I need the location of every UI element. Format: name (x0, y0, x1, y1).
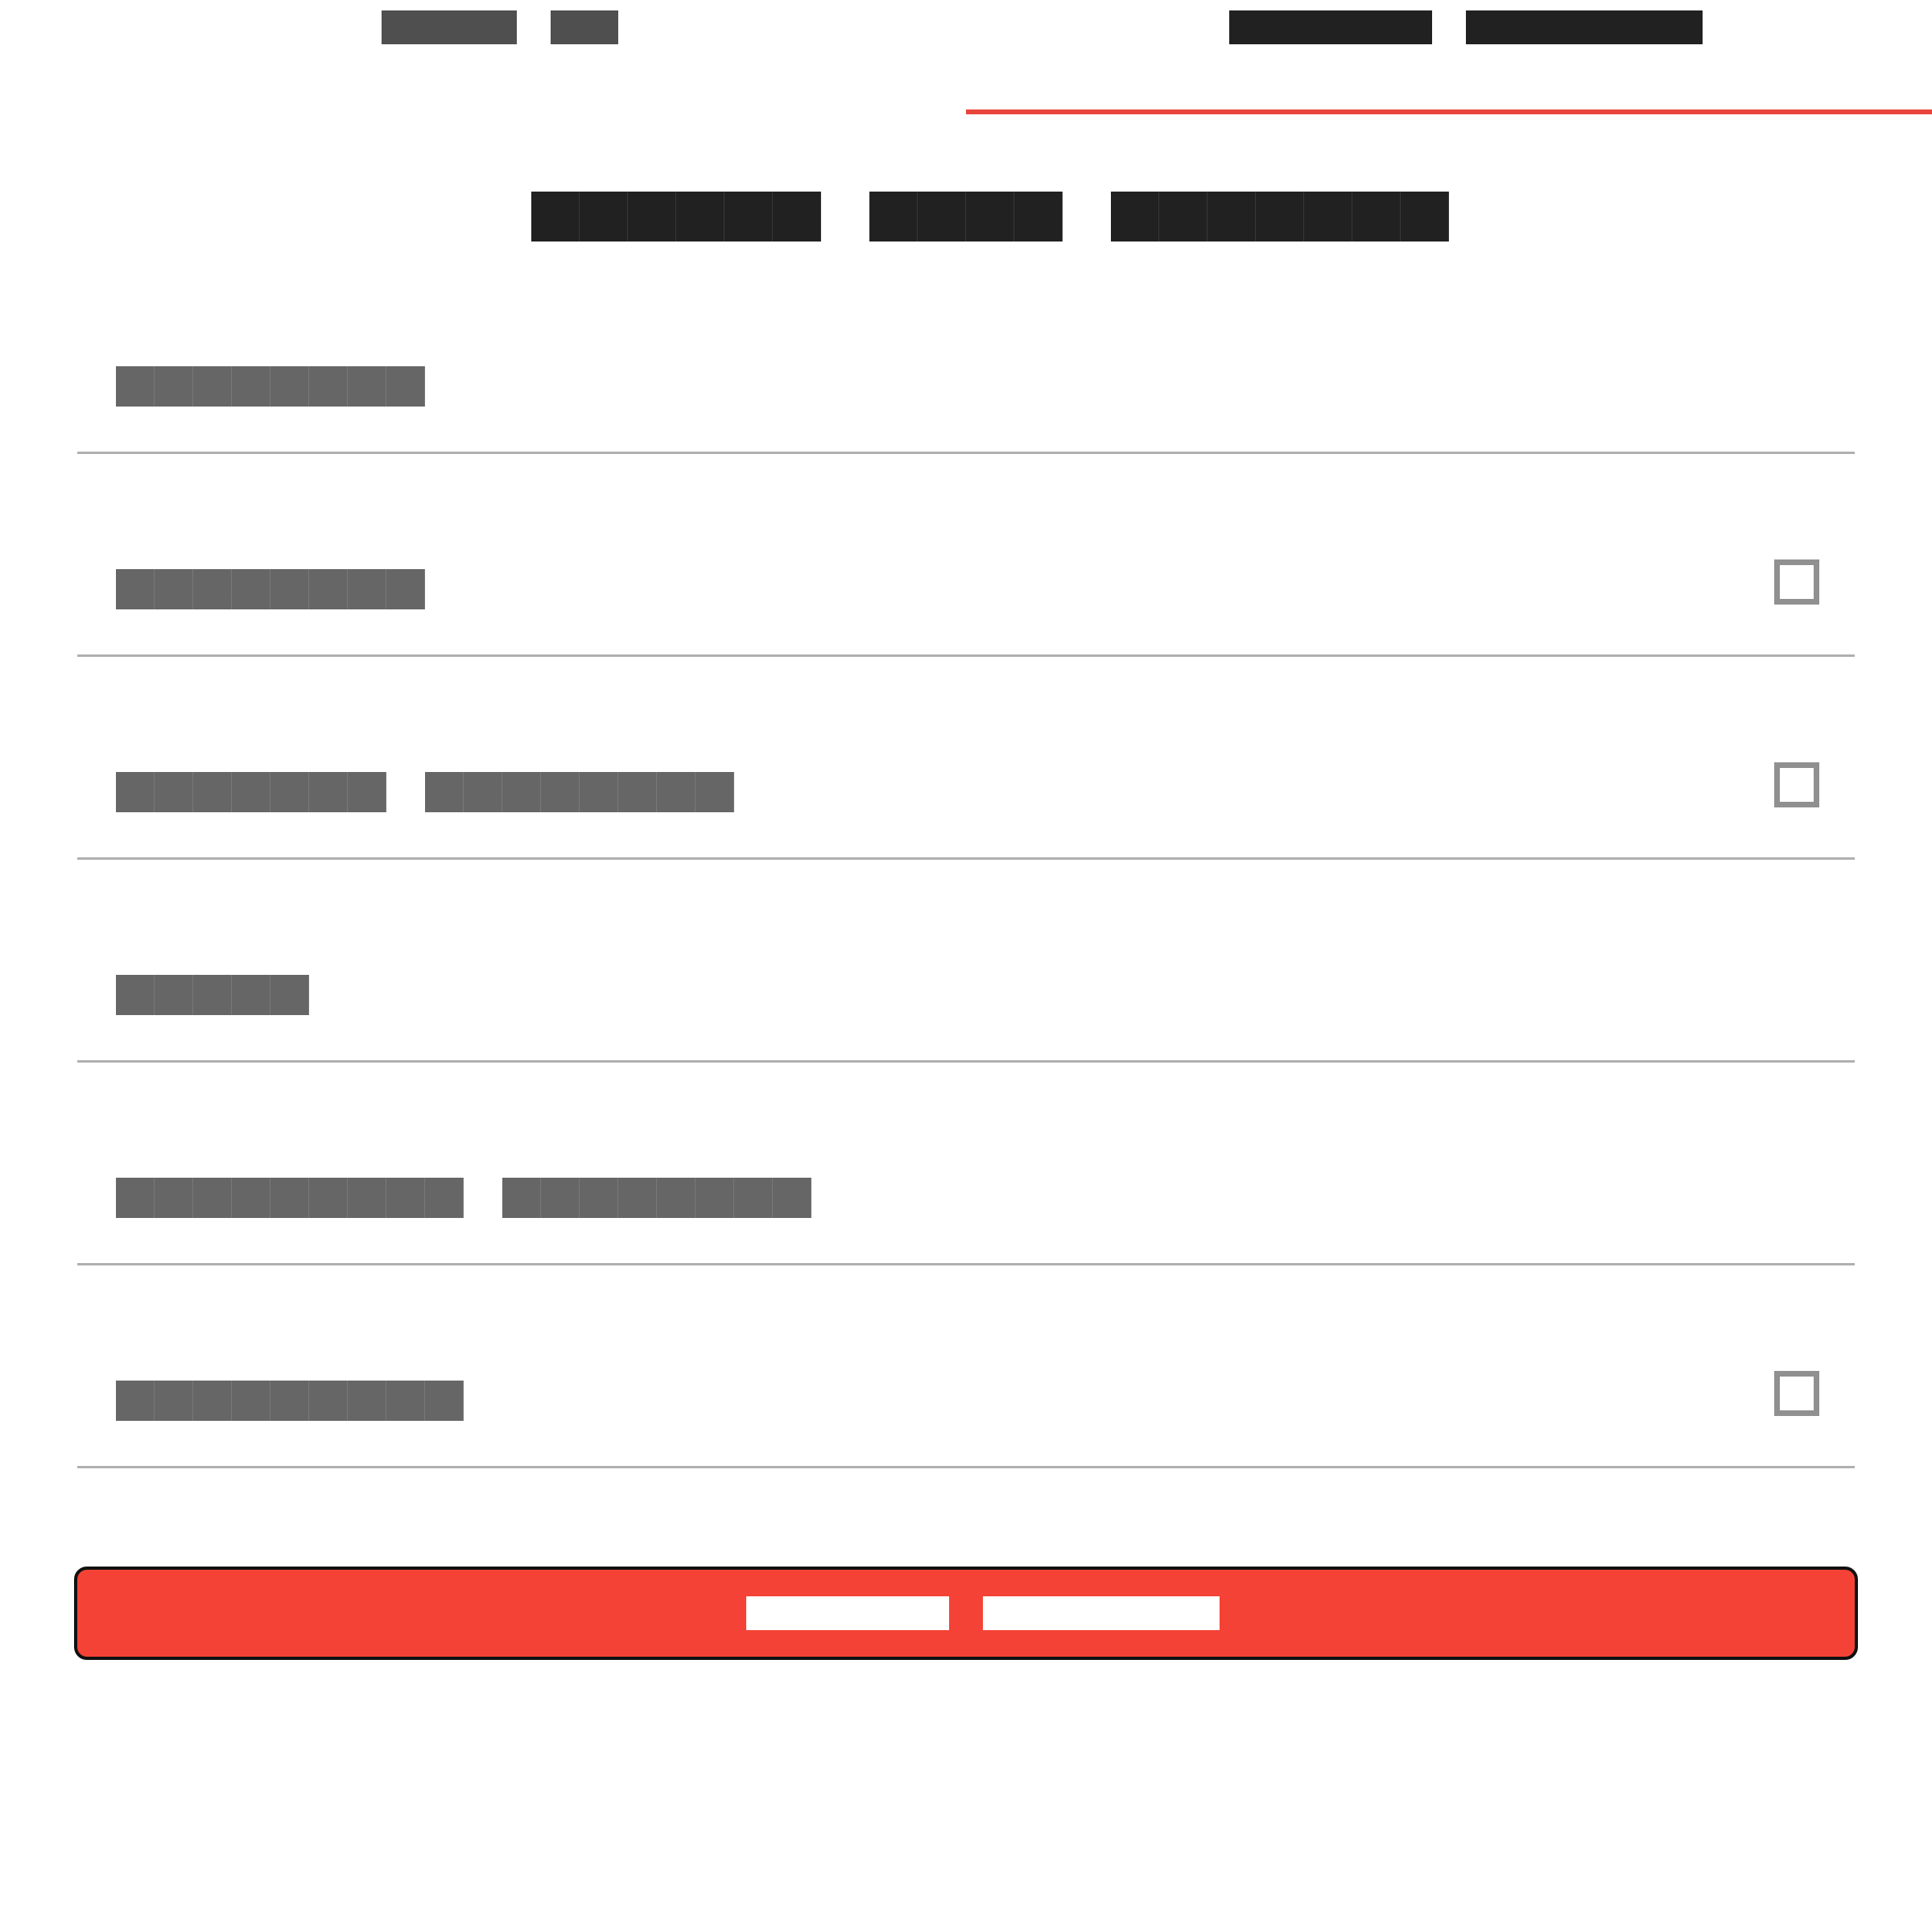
tab-left-label-word-1 (382, 10, 517, 44)
settings-row-3-word-2 (425, 772, 734, 812)
settings-row-2-checkbox[interactable] (1774, 559, 1819, 605)
settings-row-3-word-1 (116, 772, 386, 812)
settings-row-6-checkbox[interactable] (1774, 1371, 1819, 1416)
settings-row-6-word-1 (116, 1381, 464, 1421)
settings-row-1-word-1 (116, 366, 425, 407)
tab-right-label-word-2 (1466, 10, 1703, 44)
settings-row-2[interactable]: ████████ (77, 454, 1855, 657)
settings-row-4-label: █████ (77, 975, 309, 1015)
settings-row-4[interactable]: █████ (77, 860, 1855, 1063)
settings-row-2-label: ████████ (77, 569, 425, 609)
settings-row-3[interactable]: ███████ ████████ (77, 657, 1855, 860)
primary-action-button[interactable]: ██████ ███████ (74, 1567, 1858, 1660)
settings-row-3-label: ███████ ████████ (77, 772, 734, 812)
settings-row-5-word-1 (116, 1178, 464, 1218)
primary-action-word-2 (983, 1596, 1220, 1630)
settings-row-4-word-1 (116, 975, 309, 1015)
tab-bar: █████ ██ ██████ ███████ (0, 0, 1932, 114)
settings-list: ████████ ████████ ███████ ████████ █████… (77, 251, 1855, 1468)
page-title-word-1 (531, 192, 821, 242)
settings-row-1[interactable]: ████████ (77, 251, 1855, 454)
selected-tab-indicator (966, 109, 1932, 114)
settings-row-2-word-1 (116, 569, 425, 609)
page-title-word-2 (869, 192, 1063, 242)
primary-action-word-1 (746, 1596, 949, 1630)
settings-row-5-word-2 (502, 1178, 811, 1218)
settings-row-1-label: ████████ (77, 366, 425, 407)
settings-row-6[interactable]: █████████ (77, 1265, 1855, 1468)
tab-left[interactable]: █████ ██ (0, 0, 966, 109)
settings-row-3-checkbox[interactable] (1774, 762, 1819, 807)
tab-right-label-word-1 (1229, 10, 1432, 44)
settings-row-5-label: █████████ ████████ (77, 1178, 811, 1218)
page-title: ██████ ████ ███████ (0, 192, 1932, 242)
settings-row-5[interactable]: █████████ ████████ (77, 1063, 1855, 1265)
settings-row-6-label: █████████ (77, 1381, 464, 1421)
tab-left-label-word-2 (551, 10, 618, 44)
tab-right[interactable]: ██████ ███████ (966, 0, 1932, 109)
page-title-word-3 (1111, 192, 1449, 242)
